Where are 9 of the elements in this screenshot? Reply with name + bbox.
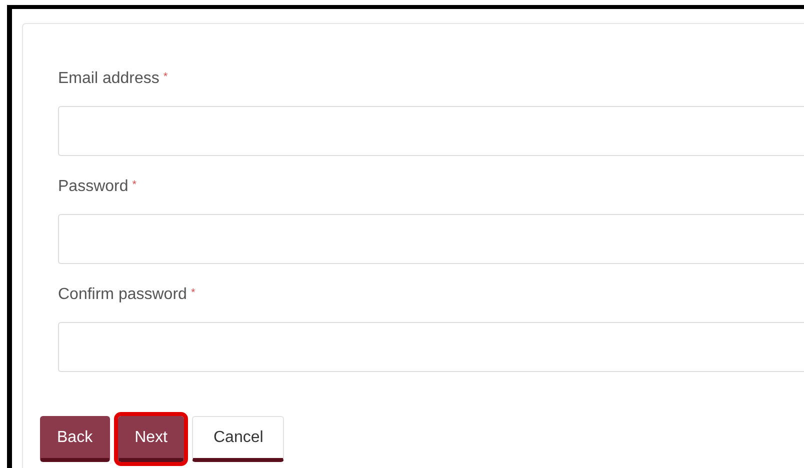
required-mark: * <box>132 178 137 192</box>
input-field[interactable] <box>58 322 804 372</box>
required-mark: * <box>163 70 168 84</box>
input-field[interactable] <box>58 214 804 264</box>
field-label: Email address <box>58 70 160 88</box>
required-mark: * <box>190 286 196 300</box>
input-field[interactable] <box>58 106 804 156</box>
field-label: Password <box>58 178 128 196</box>
field-label: Confirm password <box>58 286 187 304</box>
